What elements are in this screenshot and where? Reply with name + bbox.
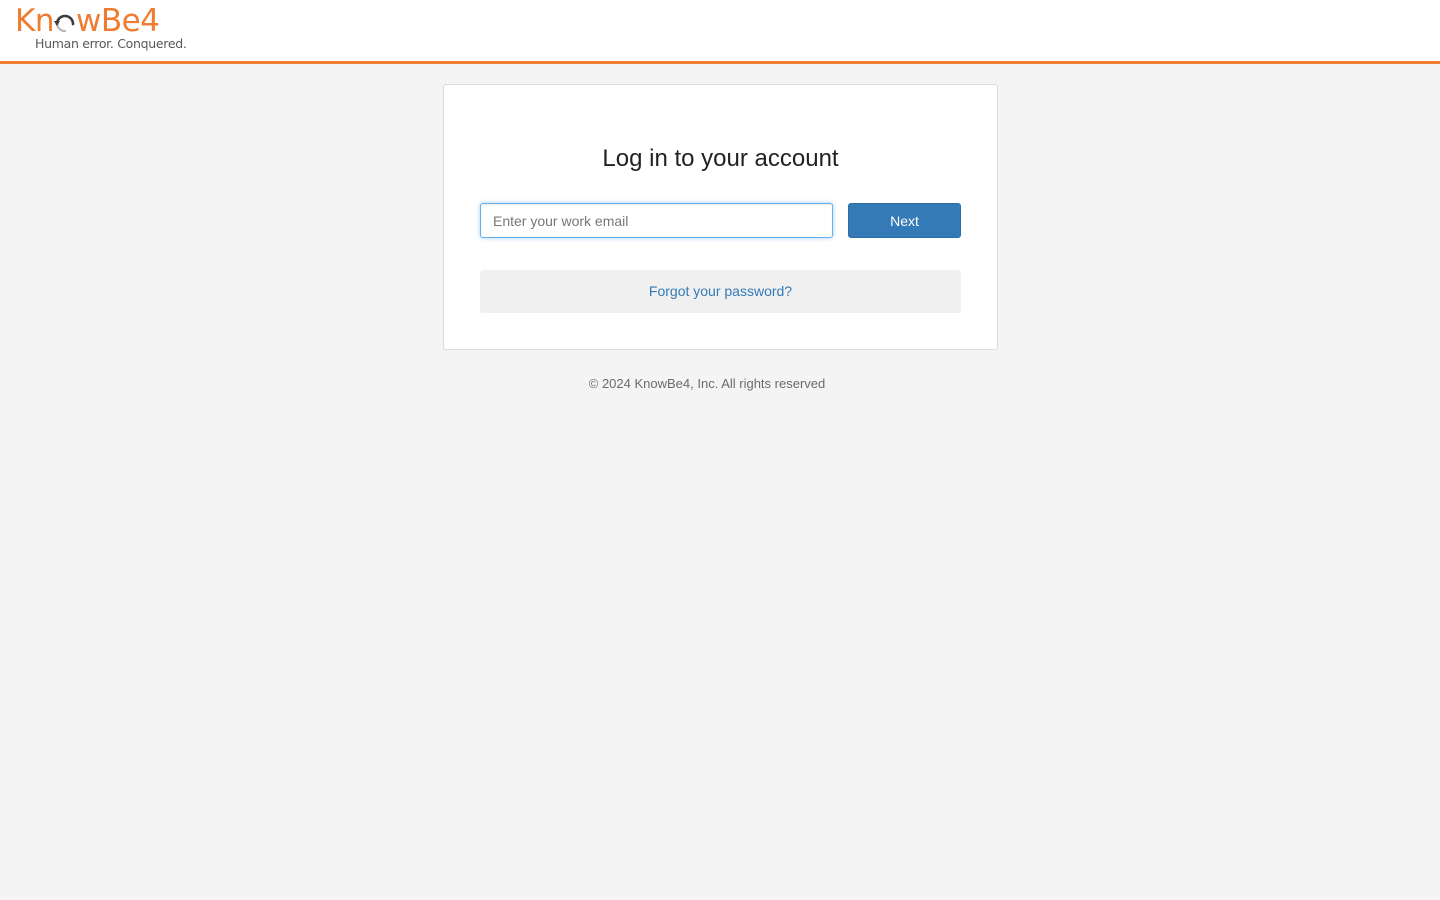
knowbe4-logo[interactable]: Kn wBe4 Human error. Conquered. — [15, 3, 187, 52]
forgot-password-link[interactable]: Forgot your password? — [649, 283, 792, 299]
login-card: Log in to your account Next Forgot your … — [443, 84, 998, 350]
email-field[interactable] — [480, 203, 833, 238]
forgot-password-panel: Forgot your password? — [480, 270, 961, 313]
page-title: Log in to your account — [602, 145, 839, 172]
copyright-footer: © 2024 KnowBe4, Inc. All rights reserved — [588, 376, 826, 391]
logo-wordmark-prefix: Kn — [15, 3, 54, 39]
logo-wordmark-suffix: wBe4 — [75, 3, 160, 39]
next-button[interactable]: Next — [848, 203, 961, 238]
logo-wordmark: Kn wBe4 — [15, 3, 160, 39]
top-header: Kn wBe4 Human error. Conquered. — [0, 0, 1440, 64]
logo-swirl-icon — [53, 4, 76, 33]
logo-tagline: Human error. Conquered. — [35, 36, 187, 51]
